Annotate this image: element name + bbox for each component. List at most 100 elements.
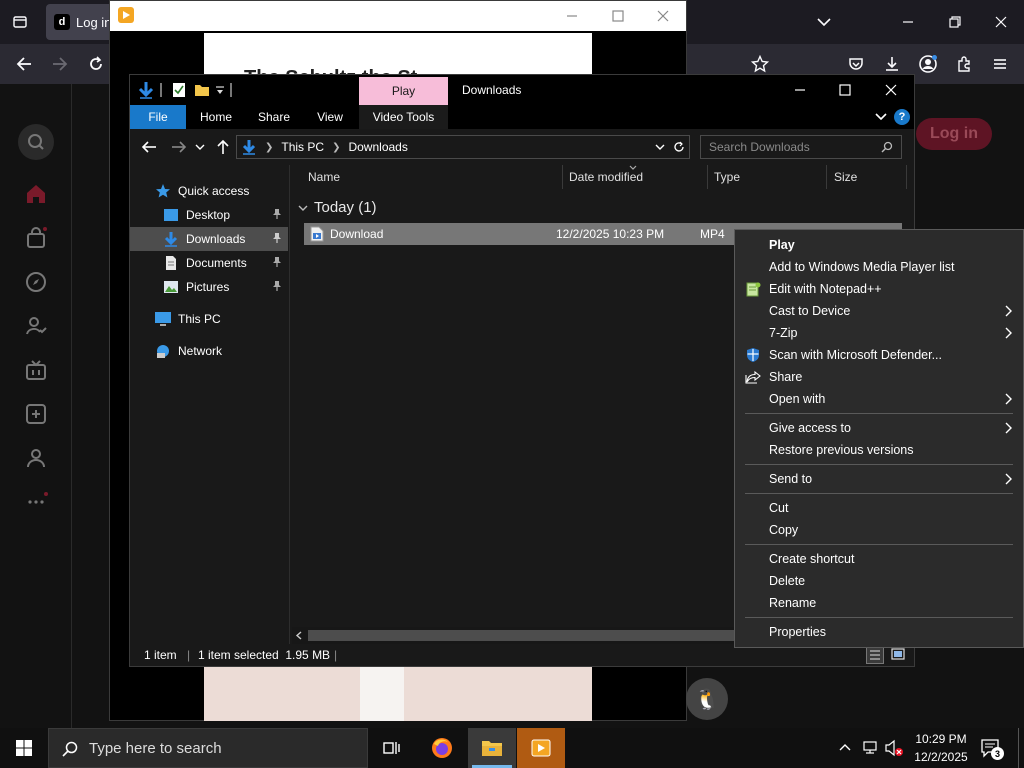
scrollbar-thumb[interactable] (308, 630, 738, 641)
menu-item-open-with[interactable]: Open with (735, 388, 1023, 410)
volume-muted-icon[interactable] (884, 739, 904, 757)
tab-view[interactable]: View (304, 105, 356, 129)
large-icons-view-icon[interactable] (890, 646, 908, 664)
menu-item-give-access-to[interactable]: Give access to (735, 417, 1023, 439)
extensions-icon[interactable] (952, 52, 976, 76)
menu-item-play[interactable]: Play (735, 234, 1023, 256)
search-icon[interactable] (881, 141, 893, 153)
column-size[interactable]: Size (834, 165, 857, 189)
browser-restore-icon[interactable] (943, 10, 967, 34)
network-status-icon[interactable] (862, 739, 880, 755)
menu-item-cast-to-device[interactable]: Cast to Device (735, 300, 1023, 322)
menu-item-cut[interactable]: Cut (735, 497, 1023, 519)
recent-locations-chevron-icon[interactable] (194, 138, 206, 156)
nav-back-arrow-icon[interactable] (140, 138, 158, 156)
media-maximize-icon[interactable] (608, 6, 628, 26)
details-view-icon[interactable] (866, 646, 884, 664)
sidebar-item-downloads[interactable]: Downloads (130, 227, 288, 251)
shop-icon[interactable] (22, 224, 50, 252)
sidebar-item-quick-access[interactable]: Quick access (130, 179, 288, 203)
sidebar-item-desktop[interactable]: Desktop (130, 203, 288, 227)
play-contextual-tab[interactable]: Play (359, 77, 448, 105)
menu-hamburger-icon[interactable] (988, 52, 1012, 76)
explorer-minimize-icon[interactable] (790, 80, 810, 100)
sidebar-item-network[interactable]: Network (130, 339, 288, 363)
menu-item-restore-previous-versions[interactable]: Restore previous versions (735, 439, 1023, 461)
pin-icon[interactable] (272, 232, 282, 247)
search-downloads-input[interactable]: Search Downloads (700, 135, 902, 159)
more-dots-icon[interactable] (22, 486, 50, 514)
column-name[interactable]: Name (308, 165, 340, 189)
column-divider[interactable] (906, 165, 907, 189)
tab-file[interactable]: File (130, 105, 186, 129)
following-icon[interactable] (22, 312, 50, 340)
nav-forward-arrow-icon[interactable] (170, 138, 188, 156)
menu-item-add-to-wmp-list[interactable]: Add to Windows Media Player list (735, 256, 1023, 278)
browser-tab[interactable]: d Log in (46, 4, 116, 40)
menu-item-properties[interactable]: Properties (735, 621, 1023, 643)
explorer-close-icon[interactable] (881, 80, 901, 100)
search-icon[interactable] (18, 124, 54, 160)
new-folder-icon[interactable] (194, 81, 210, 99)
downloads-icon[interactable] (880, 52, 904, 76)
properties-check-icon[interactable] (172, 81, 186, 99)
column-type[interactable]: Type (714, 165, 740, 189)
menu-item-scan-defender[interactable]: Scan with Microsoft Defender... (735, 344, 1023, 366)
menu-item-share[interactable]: Share (735, 366, 1023, 388)
sidebar-item-this-pc[interactable]: This PC (130, 307, 288, 331)
media-minimize-icon[interactable] (562, 6, 582, 26)
column-divider[interactable] (826, 165, 827, 189)
menu-item-delete[interactable]: Delete (735, 570, 1023, 592)
avatar[interactable]: 🐧 (686, 678, 728, 720)
column-divider[interactable] (562, 165, 563, 189)
tab-overflow-chevron-icon[interactable] (812, 12, 836, 32)
media-close-icon[interactable] (653, 6, 673, 26)
login-button[interactable]: Log in (916, 118, 992, 150)
pin-icon[interactable] (272, 256, 282, 271)
group-header-today[interactable]: Today (1) (298, 199, 377, 216)
live-tv-icon[interactable] (22, 356, 50, 384)
tab-video-tools[interactable]: Video Tools (359, 105, 448, 129)
profile-icon[interactable] (22, 444, 50, 472)
column-date-modified[interactable]: Date modified (569, 165, 643, 189)
task-view-icon[interactable] (368, 728, 416, 768)
address-bar[interactable]: ❯ This PC ❯ Downloads (236, 135, 690, 159)
qa-customize-icon[interactable] (214, 81, 226, 99)
tray-clock[interactable]: 10:29 PM 12/2/2025 (910, 730, 972, 766)
pocket-icon[interactable] (844, 52, 868, 76)
forward-arrow-icon[interactable] (48, 52, 72, 76)
action-center-icon[interactable]: 3 (980, 738, 1004, 760)
up-arrow-icon[interactable] (214, 138, 232, 156)
sidebar-item-documents[interactable]: Documents (130, 251, 288, 275)
media-player-taskbar-icon[interactable] (517, 728, 565, 768)
browser-close-icon[interactable] (989, 10, 1013, 34)
menu-item-7-zip[interactable]: 7-Zip (735, 322, 1023, 344)
menu-item-edit-with-notepad[interactable]: Edit with Notepad++ (735, 278, 1023, 300)
start-windows-icon[interactable] (0, 728, 48, 768)
menu-item-rename[interactable]: Rename (735, 592, 1023, 614)
menu-item-create-shortcut[interactable]: Create shortcut (735, 548, 1023, 570)
show-desktop-button[interactable] (1018, 728, 1019, 768)
reload-icon[interactable] (84, 52, 108, 76)
help-icon[interactable]: ? (894, 109, 910, 125)
firefox-icon[interactable] (418, 728, 466, 768)
explore-compass-icon[interactable] (22, 268, 50, 296)
ribbon-expand-chevron-icon[interactable] (874, 111, 888, 123)
bookmark-star-icon[interactable] (748, 52, 772, 76)
menu-item-send-to[interactable]: Send to (735, 468, 1023, 490)
back-arrow-icon[interactable] (12, 52, 36, 76)
pin-icon[interactable] (272, 280, 282, 295)
address-history-chevron-icon[interactable] (655, 143, 665, 151)
group-collapse-chevron-icon[interactable] (298, 204, 308, 212)
home-icon[interactable] (22, 180, 50, 208)
explorer-maximize-icon[interactable] (835, 80, 855, 100)
breadcrumb-this-pc[interactable]: This PC (281, 140, 324, 154)
tray-overflow-chevron-icon[interactable] (838, 742, 852, 752)
column-divider[interactable] (707, 165, 708, 189)
tab-list-icon[interactable] (8, 10, 32, 34)
browser-minimize-icon[interactable] (896, 10, 920, 34)
tab-share[interactable]: Share (246, 105, 302, 129)
tab-home[interactable]: Home (188, 105, 244, 129)
taskbar-search-input[interactable]: Type here to search (48, 728, 368, 768)
file-explorer-taskbar-icon[interactable] (468, 728, 516, 768)
